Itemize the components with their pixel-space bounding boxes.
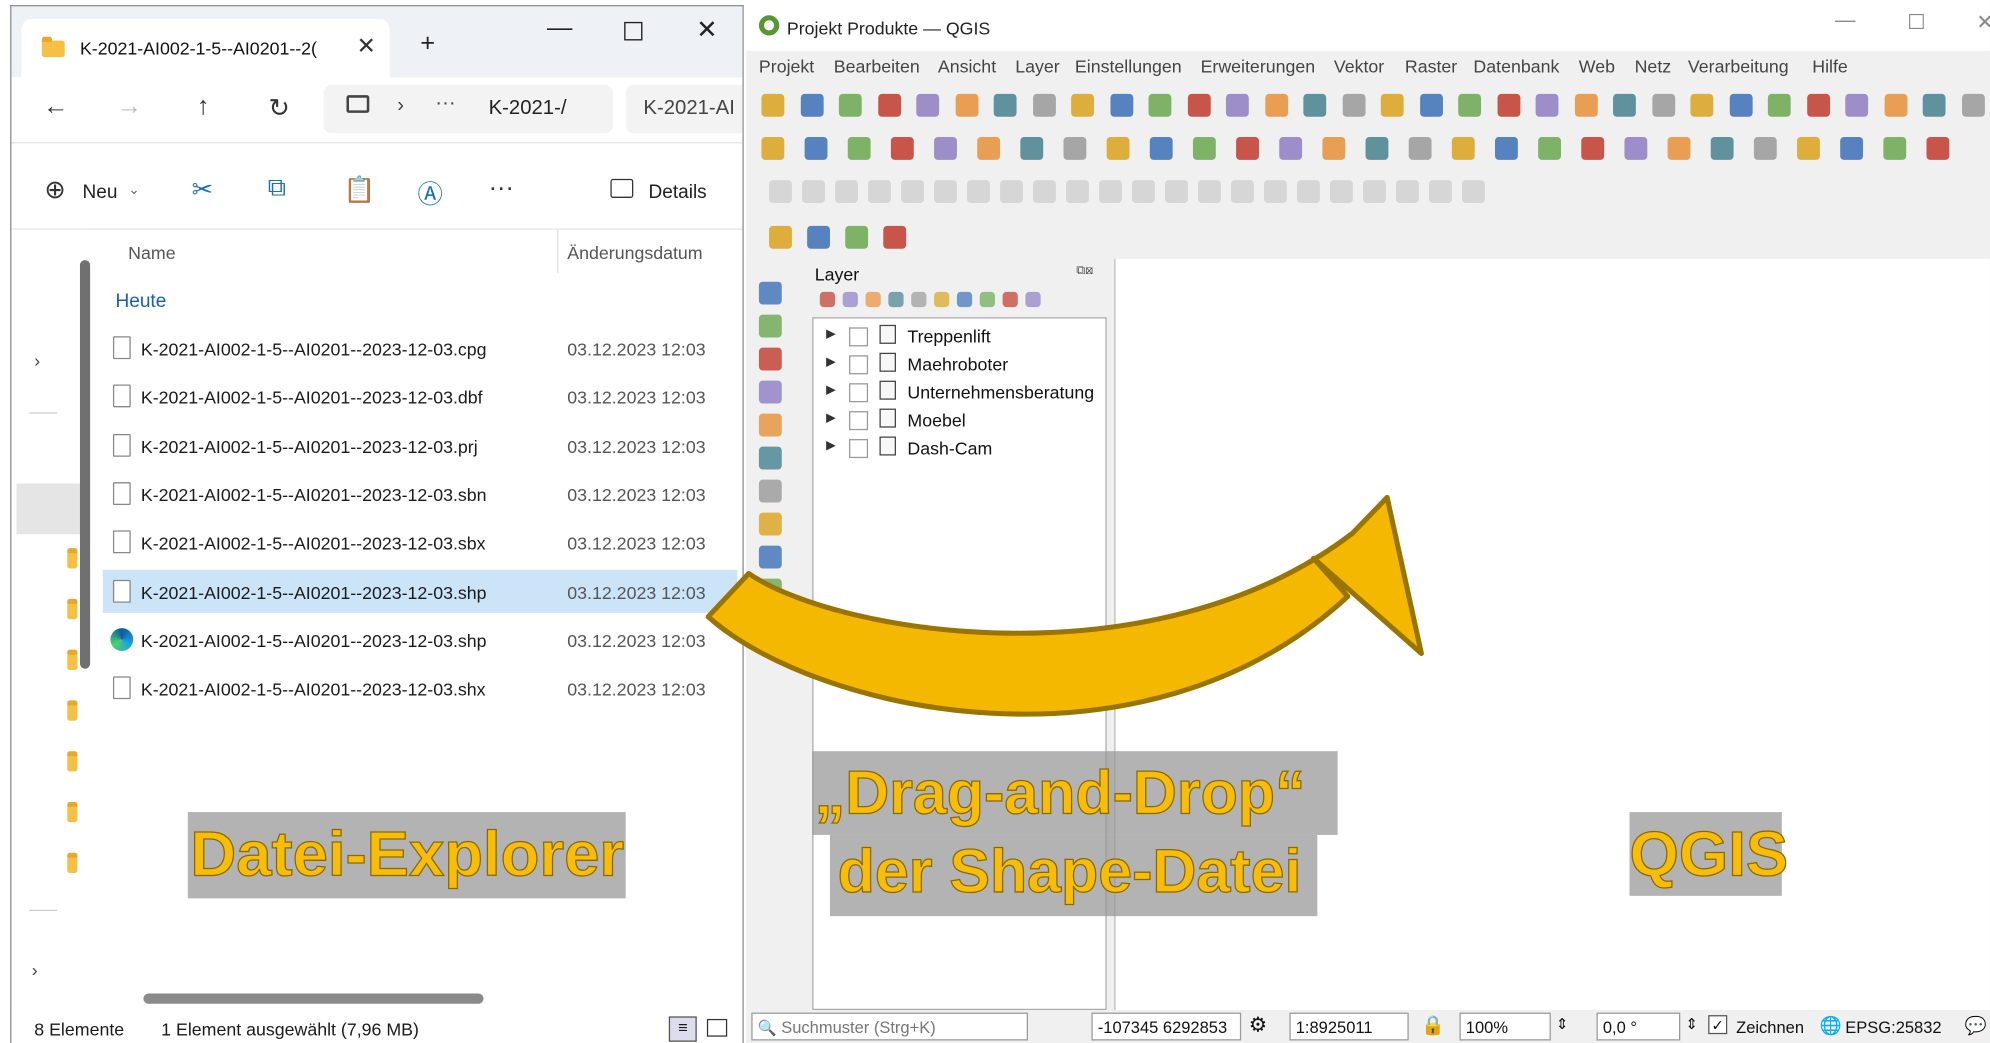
explorer-overlay-label: Datei-Explorer	[187, 812, 626, 899]
arrow-shape	[705, 494, 1424, 717]
drag-overlay-line2: der Shape-Datei	[829, 834, 1318, 917]
drag-overlay-line1: „Drag-and-Drop“	[812, 751, 1338, 835]
screenshot-stage: K-2021-AI002-1-5--AI0201--2( ✕ + — ☐ ✕ ←…	[0, 0, 1990, 1043]
qgis-overlay-label: QGIS	[1629, 812, 1789, 896]
